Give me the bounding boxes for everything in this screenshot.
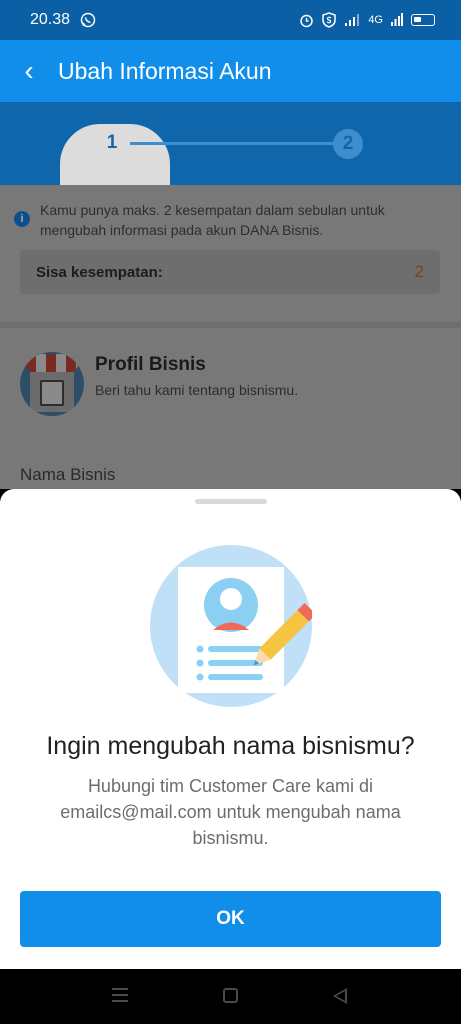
step-2: 2 [333, 129, 363, 159]
status-icons: 4G [299, 12, 435, 28]
remaining-attempts-box: Sisa kesempatan: 2 [20, 250, 440, 294]
app-bar: ‹ Ubah Informasi Akun [0, 40, 461, 102]
home-icon[interactable] [223, 988, 238, 1003]
ok-button[interactable]: OK [20, 891, 441, 947]
info-text: Kamu punya maks. 2 kesempatan dalam sebu… [40, 202, 385, 238]
bottom-sheet: Ingin mengubah nama bisnismu? Hubungi ti… [0, 489, 461, 969]
info-banner: i Kamu punya maks. 2 kesempatan dalam se… [14, 200, 444, 240]
back-triangle-icon[interactable] [333, 988, 347, 1004]
battery-icon [411, 14, 435, 26]
vpn-shield-icon [322, 12, 337, 28]
section-divider [0, 322, 461, 328]
sheet-drag-handle[interactable] [195, 499, 267, 504]
stepper: 1 2 [0, 102, 461, 185]
system-nav-bar [0, 969, 461, 1024]
info-icon: i [14, 211, 30, 227]
status-time: 20.38 [30, 11, 71, 28]
step-1: 1 [106, 132, 118, 153]
business-name-label: Nama Bisnis [20, 465, 116, 484]
profile-section-subtitle: Beri tahu kami tentang bisnismu. [95, 382, 299, 398]
profile-section-title: Profil Bisnis [95, 354, 206, 375]
step-connector [130, 142, 340, 145]
whatsapp-icon [80, 12, 96, 28]
network-type: 4G [368, 14, 383, 26]
signal-icon [345, 14, 360, 26]
recent-apps-icon[interactable] [112, 988, 128, 1002]
remaining-label: Sisa kesempatan: [36, 263, 163, 281]
document-edit-icon [150, 545, 312, 707]
sheet-description: Hubungi tim Customer Care kami di emailc… [60, 776, 401, 848]
signal-icon-2 [391, 13, 403, 26]
sheet-title: Ingin mengubah nama bisnismu? [46, 732, 415, 760]
alarm-icon [300, 14, 314, 27]
page-title: Ubah Informasi Akun [58, 57, 272, 84]
store-icon [20, 352, 84, 416]
back-arrow-icon[interactable]: ‹ [0, 57, 58, 85]
status-bar: 20.38 4G [0, 0, 461, 40]
remaining-value: 2 [414, 262, 424, 281]
